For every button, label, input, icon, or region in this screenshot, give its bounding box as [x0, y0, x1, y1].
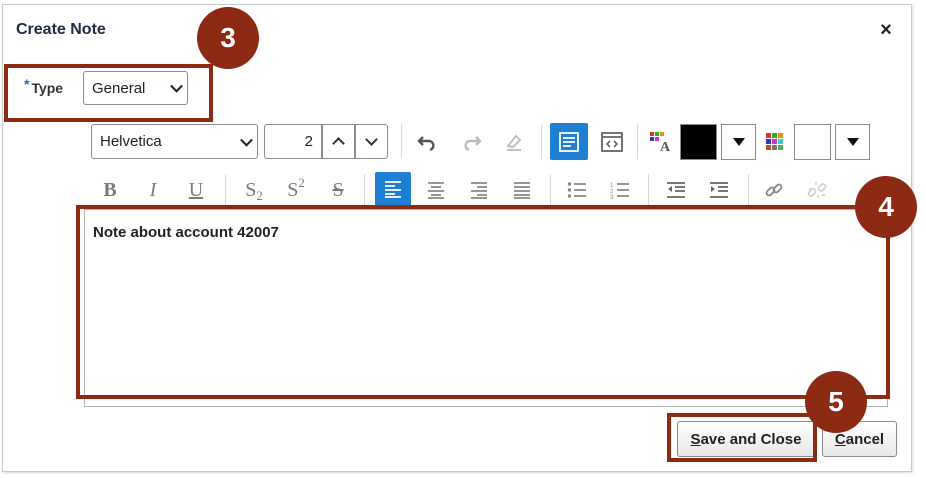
numbered-list-button[interactable]: 123	[606, 176, 634, 204]
font-family-select[interactable]: Helvetica	[91, 124, 258, 159]
background-color-icon	[766, 133, 783, 150]
font-family-value: Helvetica	[100, 133, 162, 150]
undo-icon	[417, 136, 435, 151]
strikethrough-button[interactable]: S	[325, 176, 351, 204]
indent-button[interactable]	[705, 176, 733, 204]
svg-text:A: A	[660, 140, 671, 153]
type-step-badge: 3	[197, 7, 259, 69]
superscript-letter: S	[287, 178, 299, 201]
remove-link-button[interactable]	[803, 176, 831, 204]
align-left-icon	[385, 181, 401, 198]
toolbar-divider	[648, 174, 649, 206]
superscript-button[interactable]: S2	[280, 175, 312, 204]
redo-button[interactable]	[457, 128, 485, 156]
cancel-label: ancel	[845, 430, 885, 448]
chevron-down-icon	[365, 133, 378, 146]
toolbar-divider	[748, 174, 749, 206]
bold-button[interactable]: B	[97, 176, 123, 204]
align-right-button[interactable]	[465, 176, 493, 204]
source-code-icon	[601, 132, 623, 152]
toolbar-divider	[225, 174, 226, 206]
cancel-mnemonic: C	[834, 430, 846, 448]
toolbar-divider	[401, 124, 402, 159]
text-color-dropdown-button[interactable]	[721, 124, 756, 160]
subscript-button[interactable]: S2	[238, 176, 270, 204]
chevron-up-icon	[332, 137, 345, 150]
subscript-letter: S	[245, 178, 257, 201]
toolbar-divider	[637, 124, 638, 159]
save-step-badge: 5	[805, 371, 867, 433]
background-color-dropdown-button[interactable]	[835, 124, 870, 160]
numbered-list-icon: 123	[610, 183, 629, 199]
align-justify-icon	[514, 182, 530, 199]
close-icon[interactable]: ×	[876, 19, 896, 41]
text-color-icon: A	[650, 132, 671, 153]
editor-callout-frame	[76, 205, 890, 399]
align-center-icon	[428, 182, 444, 199]
eraser-icon	[506, 134, 522, 151]
toolbar-divider	[364, 174, 365, 206]
unlink-icon	[807, 182, 827, 198]
toolbar-divider	[550, 174, 551, 206]
undo-button[interactable]	[414, 128, 442, 156]
background-color-icon-button[interactable]	[762, 128, 788, 156]
toolbar-divider	[541, 124, 542, 159]
save-callout-frame	[667, 413, 817, 462]
svg-text:3: 3	[610, 195, 614, 199]
underline-button[interactable]: U	[183, 176, 209, 204]
bullet-list-icon	[567, 182, 586, 198]
indent-icon	[710, 182, 728, 198]
editor-step-badge: 4	[855, 176, 917, 238]
text-color-icon-button[interactable]: A	[648, 128, 674, 156]
font-size-decrease-button[interactable]	[355, 124, 388, 159]
align-justify-button[interactable]	[508, 176, 536, 204]
insert-link-button[interactable]	[760, 176, 788, 204]
background-color-swatch[interactable]	[794, 124, 831, 160]
source-mode-button[interactable]	[597, 127, 627, 157]
rich-text-mode-button[interactable]	[550, 123, 588, 160]
rich-text-icon	[559, 131, 579, 152]
superscript-digit: 2	[298, 175, 305, 190]
caret-down-icon	[732, 138, 745, 146]
align-center-button[interactable]	[422, 176, 450, 204]
type-callout-frame	[4, 64, 213, 122]
outdent-button[interactable]	[662, 176, 690, 204]
font-size-increase-button[interactable]	[322, 124, 355, 159]
chevron-down-icon	[240, 133, 253, 147]
align-right-icon	[471, 182, 487, 199]
font-size-input[interactable]: 2	[264, 124, 322, 159]
outdent-icon	[667, 182, 685, 198]
clear-formatting-button[interactable]	[500, 128, 528, 156]
link-icon	[765, 183, 783, 197]
text-color-swatch[interactable]	[680, 124, 717, 160]
caret-down-icon	[846, 138, 859, 146]
bullet-list-button[interactable]	[563, 176, 591, 204]
align-left-button[interactable]	[375, 172, 411, 206]
redo-icon	[464, 136, 482, 151]
italic-button[interactable]: I	[140, 176, 166, 204]
dialog-title: Create Note	[16, 21, 106, 38]
subscript-digit: 2	[256, 188, 263, 203]
